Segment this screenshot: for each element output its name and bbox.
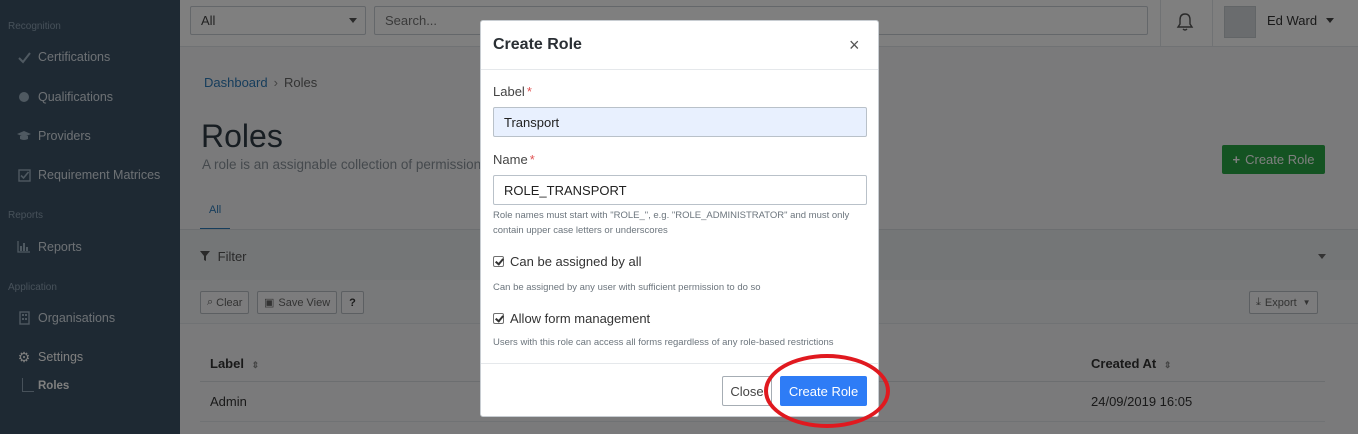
- can-be-assigned-checkbox[interactable]: [493, 256, 504, 267]
- can-be-assigned-help-text: Can be assigned by any user with suffici…: [493, 282, 761, 293]
- allow-form-management-help-text: Users with this role can access all form…: [493, 337, 834, 348]
- required-marker: *: [526, 84, 532, 99]
- allow-form-management-checkbox-row[interactable]: Allow form management: [493, 311, 650, 326]
- close-icon[interactable]: ×: [849, 35, 860, 55]
- modal-header: Create Role ×: [481, 21, 878, 70]
- can-be-assigned-checkbox-row[interactable]: Can be assigned by all: [493, 254, 642, 269]
- create-role-dialog: Create Role × Label* Name* Role names mu…: [480, 20, 879, 417]
- label-input[interactable]: [493, 107, 867, 137]
- create-role-submit-button[interactable]: Create Role: [780, 376, 867, 406]
- required-marker: *: [529, 152, 535, 167]
- divider: [481, 363, 878, 364]
- field-label-text: Name: [493, 152, 528, 167]
- label-field-label: Label *: [493, 84, 532, 99]
- allow-form-management-label: Allow form management: [510, 311, 651, 326]
- name-field-label: Name *: [493, 152, 535, 167]
- name-help-text: Role names must start with "ROLE_", e.g.…: [493, 210, 850, 236]
- field-label-text: Label: [493, 84, 525, 99]
- allow-form-management-checkbox[interactable]: [493, 313, 504, 324]
- name-input[interactable]: [493, 175, 867, 205]
- can-be-assigned-label: Can be assigned by all: [510, 254, 642, 269]
- close-button[interactable]: Close: [722, 376, 772, 406]
- modal-title: Create Role: [493, 36, 582, 53]
